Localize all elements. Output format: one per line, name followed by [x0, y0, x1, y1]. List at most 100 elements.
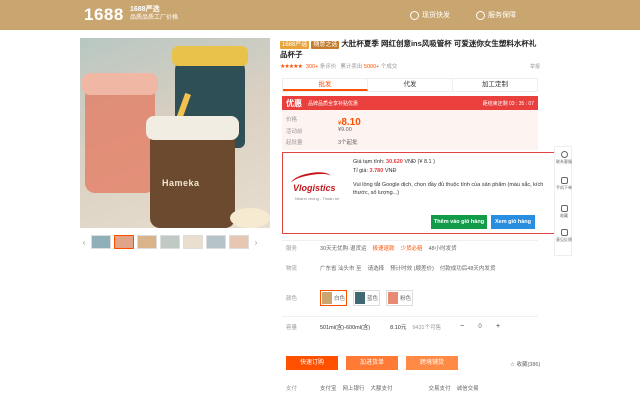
thumbnail[interactable] — [183, 235, 203, 249]
top-link-service[interactable]: 服务保障 — [476, 10, 516, 20]
reviews-count: 300+ — [305, 64, 319, 70]
tab-dropship[interactable]: 代发 — [368, 79, 453, 91]
add-to-cart-button[interactable]: Thêm vào giỏ hàng — [431, 215, 487, 229]
capacity-row: 容量 501ml(含)-600ml(含) 8.10元 9431个可售 − 0 + — [286, 322, 536, 332]
top-link-fast-ship[interactable]: 现货快发 — [410, 10, 450, 20]
purchase-tabs: 批发 代发 加工定制 — [282, 78, 538, 92]
color-option-pink[interactable]: 粉色 — [386, 290, 414, 306]
view-cart-button[interactable]: Xem giỏ hàng — [491, 215, 535, 229]
bookmark-icon — [560, 205, 568, 212]
sidebar-item-customer-service[interactable]: 联系客服 — [555, 151, 573, 164]
service-item[interactable]: 30天无忧购·退货运 — [320, 244, 366, 252]
reviews[interactable]: 300+ 条评价 — [306, 62, 336, 70]
favorite-button[interactable]: ☆ 收藏(386) — [510, 360, 540, 368]
shield-icon — [476, 10, 485, 20]
sold-label: 累计卖出 — [340, 64, 363, 70]
favorite-label: 收藏(386) — [516, 362, 541, 368]
price-label: 价格 — [286, 117, 298, 123]
moq-label: 起批量 — [286, 140, 303, 146]
sold-count: 5000+ — [363, 64, 380, 70]
sidebar-item-feedback[interactable]: 意见反馈 — [555, 229, 573, 242]
service-label: 服务 — [286, 246, 298, 252]
tab-custom[interactable]: 加工定制 — [453, 79, 537, 91]
cup-brand-text: Hameka — [162, 178, 200, 188]
thumbnail[interactable] — [206, 235, 226, 249]
action-buttons: 快速订购 加进货单 跨境铺货 — [286, 356, 458, 370]
payment-method: 支付宝 — [320, 386, 337, 392]
thumbnail[interactable] — [160, 235, 180, 249]
badge-choice: 随意之选 — [311, 41, 340, 49]
exchange-rate: Tỉ giá: 3.780 VNĐ — [353, 168, 396, 174]
promo-label: 优惠 — [286, 99, 302, 108]
logistics-row: 物流 广东省 汕头市 至 请选择 预计时效 (顺差价) 付款成功后48天内发货 — [286, 264, 495, 272]
sold: 累计卖出 5000+ 个成交 — [340, 62, 397, 70]
capacity-label: 容量 — [286, 325, 298, 331]
payment-guarantee[interactable]: 诚信交易 — [457, 384, 479, 392]
cup-lid-illustration — [172, 46, 248, 66]
cup-lid-illustration — [146, 116, 239, 140]
add-to-purchase-list-button[interactable]: 加进货单 — [346, 356, 398, 370]
color-option-white[interactable]: 白色 — [320, 290, 348, 306]
color-swatch — [388, 292, 399, 304]
quick-order-button[interactable]: 快速订购 — [286, 356, 338, 370]
color-row: 颜色 白色 蓝色 粉色 — [286, 290, 414, 306]
sidebar-item-label: 联系客服 — [556, 159, 572, 164]
reviews-label: 条评价 — [319, 64, 337, 70]
tab-wholesale[interactable]: 批发 — [283, 79, 368, 91]
payment-method: 网上银行 — [342, 386, 365, 392]
qty-input[interactable]: 0 — [473, 324, 487, 330]
thumbnail[interactable] — [137, 235, 157, 249]
service-item[interactable]: 48小时发货 — [428, 244, 456, 252]
exchange-rate-value: 3.780 — [369, 168, 384, 174]
service-item[interactable]: 少货必赔 — [400, 244, 422, 252]
color-option-name: 白色 — [334, 296, 346, 302]
star-icon: ☆ — [510, 362, 515, 368]
sidebar-item-label: 收藏 — [560, 213, 568, 218]
price-box: 价格 ¥8.10 活动前 ¥9.00 起批量 3个起批 — [282, 110, 538, 150]
activity-label: 活动前 — [286, 129, 303, 135]
top-link-label: 服务保障 — [488, 12, 516, 19]
flower-illustration — [230, 208, 270, 228]
capacity-stock: 9431个可售 — [412, 325, 442, 331]
vlogistics-logo: Vlogistics Nhanh chóng - Thuận lợi — [290, 167, 347, 207]
thumbnail[interactable] — [229, 235, 249, 249]
chevron-right-icon[interactable]: › — [252, 238, 260, 247]
chevron-left-icon[interactable]: ‹ — [80, 238, 88, 247]
product-main-image[interactable]: Hameka — [80, 38, 270, 228]
service-item[interactable]: 极速退款 — [372, 244, 394, 252]
thumbnail[interactable] — [91, 235, 111, 249]
clock-icon — [410, 10, 419, 20]
floating-sidebar: 联系客服 手机下单 收藏 意见反馈 — [554, 146, 572, 256]
payment-more[interactable]: 交易支付 — [429, 384, 451, 392]
estimated-price-vnd: 30.620 — [386, 159, 403, 165]
exchange-rate-label: Tỉ giá: — [353, 168, 368, 174]
sidebar-item-label: 意见反馈 — [556, 237, 572, 242]
qty-plus-button[interactable]: + — [493, 322, 503, 332]
qty-minus-button[interactable]: − — [457, 322, 467, 332]
headset-icon — [560, 151, 568, 158]
site-logo[interactable]: 1688 — [84, 5, 124, 25]
sold-unit: 个成交 — [380, 64, 398, 70]
report-link[interactable]: 举报 — [530, 63, 540, 70]
capacity-value: 501ml(含)-600ml(含) — [320, 325, 371, 331]
cross-border-button[interactable]: 跨境铺货 — [406, 356, 458, 370]
logistics-destination-select[interactable]: 请选择 — [368, 264, 385, 272]
service-row: 服务 30天无忧购·退货运 极速退款 少货必赔 48小时发货 — [286, 244, 457, 252]
logistics-label: 物流 — [286, 266, 298, 272]
cup-lid-illustration — [82, 73, 158, 95]
vlogistics-logo-sub: Nhanh chóng - Thuận lợi — [295, 196, 340, 201]
payment-method: 大额支付 — [370, 386, 393, 392]
sidebar-item-favorite[interactable]: 收藏 — [555, 205, 573, 218]
sidebar-item-label: 手机下单 — [556, 185, 572, 190]
estimated-price-unit: VNĐ — [404, 159, 417, 165]
sidebar-item-mobile-order[interactable]: 手机下单 — [555, 177, 573, 190]
color-option-blue[interactable]: 蓝色 — [353, 290, 381, 306]
exchange-rate-unit: VNĐ — [384, 168, 397, 174]
color-swatch — [322, 292, 332, 304]
payment-label: 支付 — [286, 386, 298, 392]
cup-illustration — [85, 83, 155, 193]
logistics-option[interactable]: 预计时效 (顺差价) — [390, 264, 434, 272]
promo-countdown: 距结束还剩 03 : 35 : 07 — [482, 101, 534, 107]
logo-subtitle: 1688严选 品质品质工厂价格 — [130, 5, 178, 23]
thumbnail[interactable] — [114, 235, 134, 249]
